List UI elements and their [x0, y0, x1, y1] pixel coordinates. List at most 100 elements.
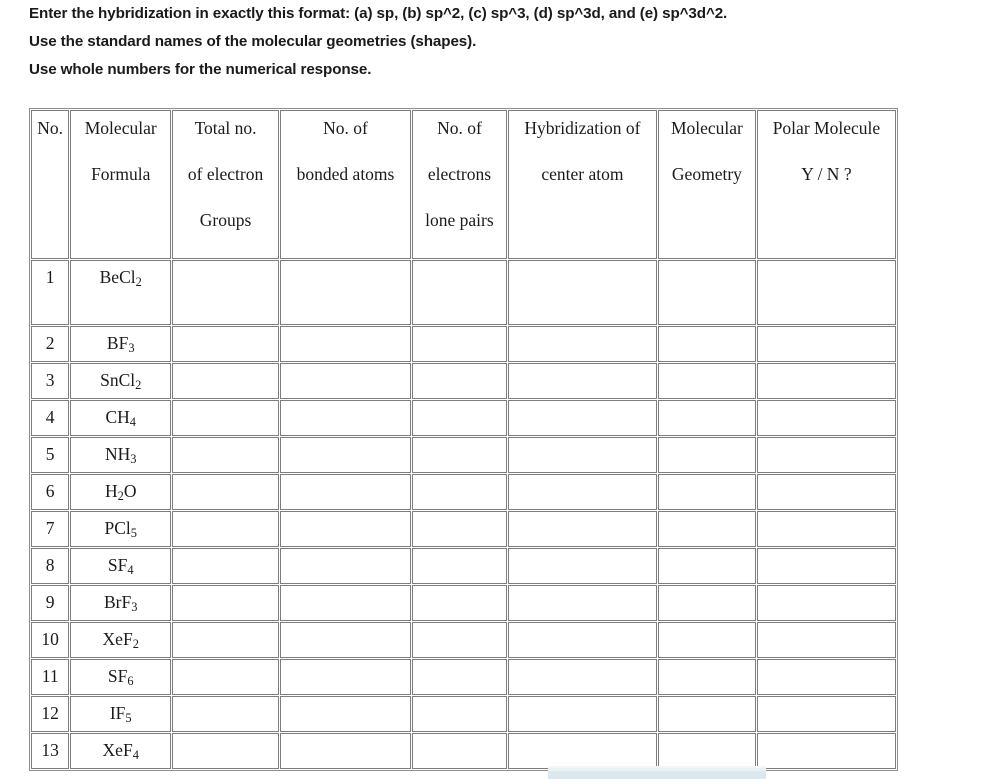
header-line: No.	[37, 118, 64, 138]
cell-molecular-geometry[interactable]	[658, 511, 756, 547]
cell-molecular-geometry[interactable]	[658, 326, 756, 362]
electron-lone-pairs-value	[413, 586, 506, 620]
cell-molecular-geometry[interactable]	[658, 400, 756, 436]
molecular-geometry-value	[659, 364, 755, 398]
polar-molecule-value	[758, 438, 895, 472]
cell-polar-molecule[interactable]	[756, 548, 896, 584]
cell-polar-molecule[interactable]	[756, 363, 896, 399]
cell-molecular-formula: PCl5	[70, 511, 172, 547]
cell-polar-molecule[interactable]	[756, 437, 896, 473]
cell-bonded-atoms[interactable]	[279, 260, 412, 325]
cell-hybridization[interactable]	[507, 511, 658, 547]
cell-hybridization[interactable]	[507, 437, 658, 473]
cell-total-electron-groups[interactable]	[172, 659, 279, 695]
cell-bonded-atoms[interactable]	[279, 474, 412, 510]
cell-bonded-atoms[interactable]	[279, 326, 412, 362]
cell-hybridization[interactable]	[507, 474, 658, 510]
cell-bonded-atoms[interactable]	[279, 659, 412, 695]
cell-total-electron-groups[interactable]	[172, 733, 279, 769]
cell-molecular-geometry[interactable]	[658, 585, 756, 621]
hybridization-value	[509, 623, 656, 657]
cell-polar-molecule[interactable]	[756, 400, 896, 436]
hybridization-value	[509, 512, 656, 546]
total-electron-groups-value	[173, 549, 278, 583]
cell-bonded-atoms[interactable]	[279, 548, 412, 584]
cell-polar-molecule[interactable]	[756, 585, 896, 621]
cell-electron-lone-pairs[interactable]	[412, 326, 507, 362]
cell-electron-lone-pairs[interactable]	[412, 733, 507, 769]
cell-total-electron-groups[interactable]	[172, 474, 279, 510]
cell-bonded-atoms[interactable]	[279, 363, 412, 399]
cell-hybridization[interactable]	[507, 696, 658, 732]
cell-electron-lone-pairs[interactable]	[412, 363, 507, 399]
cell-hybridization[interactable]	[507, 585, 658, 621]
cell-polar-molecule[interactable]	[756, 474, 896, 510]
cell-hybridization[interactable]	[507, 659, 658, 695]
cell-bonded-atoms[interactable]	[279, 622, 412, 658]
row-number-text: 11	[41, 666, 59, 686]
electron-lone-pairs-value	[413, 261, 506, 324]
electron-lone-pairs-value	[413, 327, 506, 361]
cell-total-electron-groups[interactable]	[172, 511, 279, 547]
cell-electron-lone-pairs[interactable]	[412, 474, 507, 510]
table-row: 13 XeF4	[31, 733, 896, 769]
total-electron-groups-value	[173, 364, 278, 398]
cell-molecular-geometry[interactable]	[658, 733, 756, 769]
cell-molecular-geometry[interactable]	[658, 622, 756, 658]
cell-total-electron-groups[interactable]	[172, 585, 279, 621]
header-line: Polar Molecule	[772, 118, 881, 138]
cell-hybridization[interactable]	[507, 733, 658, 769]
bonded-atoms-value	[281, 401, 410, 435]
cell-polar-molecule[interactable]	[756, 733, 896, 769]
polar-molecule-value	[758, 327, 895, 361]
molecular-geometry-value	[659, 660, 755, 694]
cell-total-electron-groups[interactable]	[172, 400, 279, 436]
cell-molecular-geometry[interactable]	[658, 437, 756, 473]
cell-molecular-geometry[interactable]	[658, 260, 756, 325]
cell-polar-molecule[interactable]	[756, 260, 896, 325]
cell-electron-lone-pairs[interactable]	[412, 696, 507, 732]
cell-total-electron-groups[interactable]	[172, 437, 279, 473]
cell-total-electron-groups[interactable]	[172, 696, 279, 732]
cell-hybridization[interactable]	[507, 400, 658, 436]
cell-hybridization[interactable]	[507, 326, 658, 362]
cell-polar-molecule[interactable]	[756, 622, 896, 658]
cell-hybridization[interactable]	[507, 622, 658, 658]
cell-electron-lone-pairs[interactable]	[412, 400, 507, 436]
cell-bonded-atoms[interactable]	[279, 696, 412, 732]
cell-molecular-geometry[interactable]	[658, 474, 756, 510]
cell-molecular-geometry[interactable]	[658, 363, 756, 399]
cell-bonded-atoms[interactable]	[279, 511, 412, 547]
cell-polar-molecule[interactable]	[756, 326, 896, 362]
cell-total-electron-groups[interactable]	[172, 622, 279, 658]
cell-hybridization[interactable]	[507, 363, 658, 399]
electron-lone-pairs-value	[413, 697, 506, 731]
cell-electron-lone-pairs[interactable]	[412, 622, 507, 658]
electron-lone-pairs-value	[413, 512, 506, 546]
cell-polar-molecule[interactable]	[756, 659, 896, 695]
header-line: lone pairs	[425, 210, 494, 230]
cell-total-electron-groups[interactable]	[172, 326, 279, 362]
cell-electron-lone-pairs[interactable]	[412, 511, 507, 547]
cell-electron-lone-pairs[interactable]	[412, 585, 507, 621]
table-header: No. Molecular Formula Total no. of elect…	[31, 110, 896, 259]
cell-bonded-atoms[interactable]	[279, 437, 412, 473]
header-line: No. of	[437, 118, 482, 138]
cell-molecular-geometry[interactable]	[658, 696, 756, 732]
cell-electron-lone-pairs[interactable]	[412, 659, 507, 695]
cell-polar-molecule[interactable]	[756, 511, 896, 547]
cell-molecular-geometry[interactable]	[658, 659, 756, 695]
cell-electron-lone-pairs[interactable]	[412, 437, 507, 473]
cell-total-electron-groups[interactable]	[172, 363, 279, 399]
cell-hybridization[interactable]	[507, 260, 658, 325]
cell-total-electron-groups[interactable]	[172, 548, 279, 584]
cell-bonded-atoms[interactable]	[279, 400, 412, 436]
cell-bonded-atoms[interactable]	[279, 585, 412, 621]
cell-total-electron-groups[interactable]	[172, 260, 279, 325]
cell-polar-molecule[interactable]	[756, 696, 896, 732]
cell-molecular-geometry[interactable]	[658, 548, 756, 584]
cell-hybridization[interactable]	[507, 548, 658, 584]
cell-electron-lone-pairs[interactable]	[412, 260, 507, 325]
cell-electron-lone-pairs[interactable]	[412, 548, 507, 584]
cell-bonded-atoms[interactable]	[279, 733, 412, 769]
